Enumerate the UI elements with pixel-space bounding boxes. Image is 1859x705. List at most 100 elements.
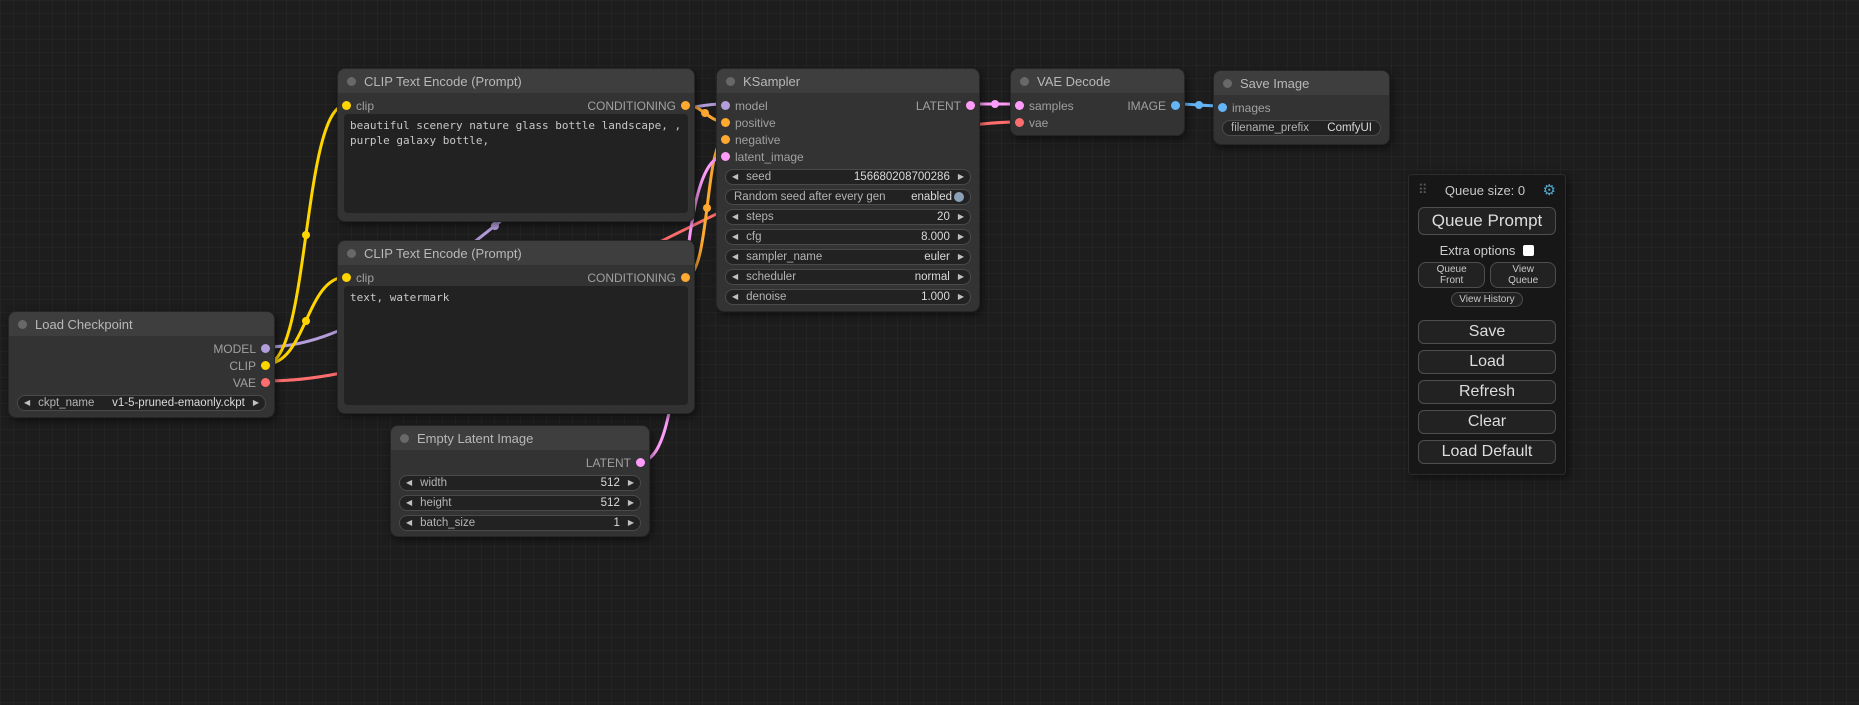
output-slot-latent[interactable]: LATENT <box>916 99 975 113</box>
decrement-icon[interactable]: ◀ <box>24 399 30 407</box>
queue-prompt-button[interactable]: Queue Prompt <box>1418 207 1556 235</box>
widget-seed[interactable]: ◀ seed 156680208700286 ▶ <box>725 169 971 185</box>
slot-label: samples <box>1029 99 1074 113</box>
collapse-dot-icon[interactable] <box>18 320 27 329</box>
increment-icon[interactable]: ▶ <box>253 399 259 407</box>
collapse-dot-icon[interactable] <box>347 249 356 258</box>
prompt-textarea[interactable]: text, watermark <box>344 286 688 405</box>
toggle-icon[interactable] <box>954 192 964 202</box>
clear-button[interactable]: Clear <box>1418 410 1556 434</box>
input-slot-clip[interactable]: clip <box>342 271 374 285</box>
load-button[interactable]: Load <box>1418 350 1556 374</box>
settings-gear-icon[interactable]: ⚙ <box>1543 181 1556 199</box>
decrement-icon[interactable]: ◀ <box>732 233 738 241</box>
extra-options-checkbox[interactable] <box>1523 245 1534 256</box>
decrement-icon[interactable]: ◀ <box>732 173 738 181</box>
widget-label: sampler_name <box>746 251 822 263</box>
slot-label: LATENT <box>916 99 961 113</box>
view-queue-button[interactable]: View Queue <box>1490 262 1556 288</box>
node-load-checkpoint[interactable]: Load Checkpoint MODEL CLIP VAE ◀ ckpt_na… <box>8 311 275 418</box>
widget-random-seed-toggle[interactable]: Random seed after every gen enabled <box>725 189 971 205</box>
increment-icon[interactable]: ▶ <box>958 293 964 301</box>
widget-batch-size[interactable]: ◀ batch_size 1 ▶ <box>399 515 641 531</box>
increment-icon[interactable]: ▶ <box>958 273 964 281</box>
input-slot-clip[interactable]: clip <box>342 99 374 113</box>
widget-value: 156680208700286 <box>854 171 950 183</box>
link-midpoint-conditioning-negative <box>703 204 711 212</box>
view-history-button[interactable]: View History <box>1451 292 1522 307</box>
prompt-textarea[interactable]: beautiful scenery nature glass bottle la… <box>344 114 688 213</box>
widget-ckpt-name[interactable]: ◀ ckpt_name v1-5-pruned-emaonly.ckpt ▶ <box>17 395 266 411</box>
input-slot-negative[interactable]: negative <box>721 133 780 147</box>
save-button[interactable]: Save <box>1418 320 1556 344</box>
decrement-icon[interactable]: ◀ <box>406 499 412 507</box>
slot-label: CONDITIONING <box>587 271 676 285</box>
widget-filename-prefix[interactable]: filename_prefix ComfyUI <box>1222 120 1381 136</box>
slot-label: positive <box>735 116 776 130</box>
node-title-bar[interactable]: Save Image <box>1214 71 1389 95</box>
input-slot-images[interactable]: images <box>1218 101 1271 115</box>
node-title-bar[interactable]: CLIP Text Encode (Prompt) <box>338 69 694 93</box>
widget-sampler-name[interactable]: ◀ sampler_name euler ▶ <box>725 249 971 265</box>
load-default-button[interactable]: Load Default <box>1418 440 1556 464</box>
widget-cfg[interactable]: ◀ cfg 8.000 ▶ <box>725 229 971 245</box>
node-ksampler[interactable]: KSampler model LATENT positive negative <box>716 68 980 312</box>
output-slot-model[interactable]: MODEL <box>213 342 270 356</box>
output-slot-latent[interactable]: LATENT <box>586 456 645 470</box>
collapse-dot-icon[interactable] <box>1020 77 1029 86</box>
widget-height[interactable]: ◀ height 512 ▶ <box>399 495 641 511</box>
node-clip-text-encode-positive[interactable]: CLIP Text Encode (Prompt) clip CONDITION… <box>337 68 695 222</box>
output-slot-clip[interactable]: CLIP <box>229 359 270 373</box>
collapse-dot-icon[interactable] <box>400 434 409 443</box>
widget-scheduler[interactable]: ◀ scheduler normal ▶ <box>725 269 971 285</box>
decrement-icon[interactable]: ◀ <box>406 479 412 487</box>
node-vae-decode[interactable]: VAE Decode samples IMAGE vae <box>1010 68 1185 136</box>
refresh-button[interactable]: Refresh <box>1418 380 1556 404</box>
output-slot-conditioning[interactable]: CONDITIONING <box>587 271 690 285</box>
collapse-dot-icon[interactable] <box>726 77 735 86</box>
decrement-icon[interactable]: ◀ <box>732 213 738 221</box>
slot-label: VAE <box>233 376 256 390</box>
increment-icon[interactable]: ▶ <box>628 479 634 487</box>
drag-handle-icon[interactable]: ⠿ <box>1418 182 1428 198</box>
increment-icon[interactable]: ▶ <box>958 213 964 221</box>
queue-front-button[interactable]: Queue Front <box>1418 262 1485 288</box>
increment-icon[interactable]: ▶ <box>958 173 964 181</box>
latent-slot-icon <box>966 101 975 110</box>
node-empty-latent-image[interactable]: Empty Latent Image LATENT ◀ width 512 ▶ … <box>390 425 650 537</box>
collapse-dot-icon[interactable] <box>1223 79 1232 88</box>
collapse-dot-icon[interactable] <box>347 77 356 86</box>
input-slot-vae[interactable]: vae <box>1015 116 1048 130</box>
decrement-icon[interactable]: ◀ <box>406 519 412 527</box>
node-clip-text-encode-negative[interactable]: CLIP Text Encode (Prompt) clip CONDITION… <box>337 240 695 414</box>
input-slot-samples[interactable]: samples <box>1015 99 1074 113</box>
decrement-icon[interactable]: ◀ <box>732 293 738 301</box>
node-save-image[interactable]: Save Image images filename_prefix ComfyU… <box>1213 70 1390 145</box>
graph-canvas[interactable]: Load Checkpoint MODEL CLIP VAE ◀ ckpt_na… <box>0 0 1859 705</box>
decrement-icon[interactable]: ◀ <box>732 253 738 261</box>
widget-denoise[interactable]: ◀ denoise 1.000 ▶ <box>725 289 971 305</box>
slot-label: clip <box>356 99 374 113</box>
node-title-bar[interactable]: Empty Latent Image <box>391 426 649 450</box>
decrement-icon[interactable]: ◀ <box>732 273 738 281</box>
input-slot-positive[interactable]: positive <box>721 116 776 130</box>
clip-slot-icon <box>342 101 351 110</box>
input-slot-model[interactable]: model <box>721 99 768 113</box>
slot-label: CLIP <box>229 359 256 373</box>
widget-steps[interactable]: ◀ steps 20 ▶ <box>725 209 971 225</box>
node-title-bar[interactable]: Load Checkpoint <box>9 312 274 336</box>
widget-width[interactable]: ◀ width 512 ▶ <box>399 475 641 491</box>
increment-icon[interactable]: ▶ <box>628 519 634 527</box>
slot-label: latent_image <box>735 150 804 164</box>
output-slot-image[interactable]: IMAGE <box>1127 99 1180 113</box>
input-slot-latent-image[interactable]: latent_image <box>721 150 804 164</box>
increment-icon[interactable]: ▶ <box>958 253 964 261</box>
increment-icon[interactable]: ▶ <box>628 499 634 507</box>
widget-label: filename_prefix <box>1231 122 1309 134</box>
output-slot-vae[interactable]: VAE <box>233 376 270 390</box>
node-title-bar[interactable]: VAE Decode <box>1011 69 1184 93</box>
increment-icon[interactable]: ▶ <box>958 233 964 241</box>
node-title-bar[interactable]: KSampler <box>717 69 979 93</box>
node-title-bar[interactable]: CLIP Text Encode (Prompt) <box>338 241 694 265</box>
output-slot-conditioning[interactable]: CONDITIONING <box>587 99 690 113</box>
